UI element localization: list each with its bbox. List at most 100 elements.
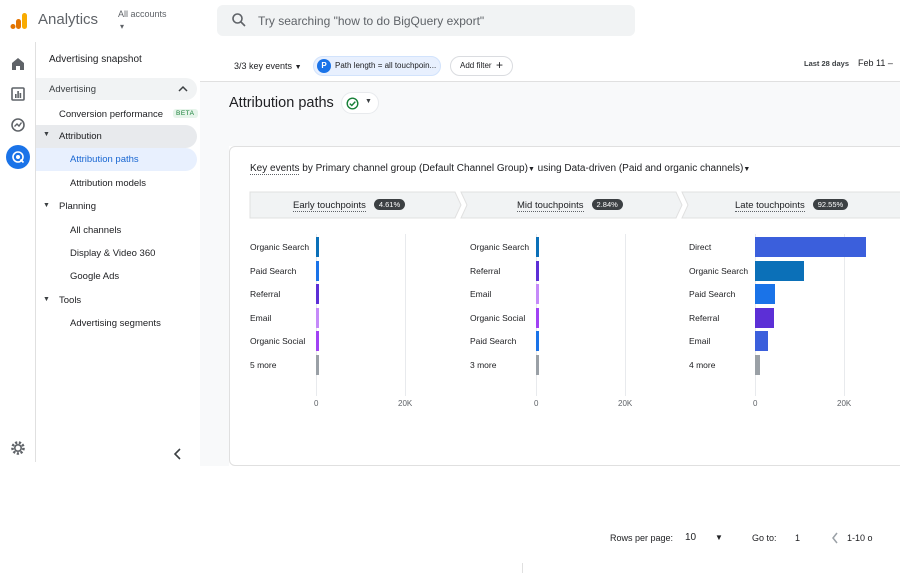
bar-category-label: Organic Search: [250, 242, 310, 252]
bar[interactable]: [316, 284, 319, 304]
bar[interactable]: [536, 331, 539, 351]
caret-down-icon[interactable]: ▼: [43, 296, 50, 303]
app-title: Analytics: [38, 11, 99, 28]
bar[interactable]: [316, 354, 319, 375]
key-events-metric-link[interactable]: Key events: [250, 163, 300, 175]
path-length-filter-label: Path length = all touchpoin...: [335, 61, 437, 70]
bar[interactable]: [536, 260, 539, 281]
bar[interactable]: [316, 307, 319, 328]
check-circle-icon: [346, 97, 359, 110]
nav-google-ads[interactable]: Google Ads: [70, 271, 119, 282]
key-events-dropdown[interactable]: 3/3 key events ▼: [234, 61, 302, 71]
page-range-text: 1-10 o: [847, 533, 873, 543]
dimension-dropdown-label: Primary channel group (Default Channel G…: [315, 163, 528, 174]
caret-down-icon: ▼: [43, 131, 50, 138]
attribution-model-label: Data-driven (Paid and organic channels): [564, 163, 744, 174]
bar[interactable]: [755, 284, 776, 304]
bar[interactable]: [755, 260, 804, 281]
segment-late-label: Late touchpoints: [735, 200, 805, 212]
advertising-nav: Advertising snapshot Advertising Convers…: [36, 42, 199, 462]
bar-category-label: Organic Search: [470, 242, 530, 252]
bar-category-label: Direct: [689, 242, 712, 252]
bar-category-label: Organic Social: [470, 312, 526, 323]
nav-attribution-models[interactable]: Attribution models: [70, 178, 146, 189]
report-status-menu[interactable]: ▼: [341, 92, 379, 114]
caret-down-icon: ▼: [294, 64, 302, 71]
x-axis-tick-label: 20K: [398, 399, 413, 408]
rows-per-page-value: 10: [685, 532, 697, 543]
settings-gear-icon[interactable]: [9, 439, 27, 457]
nav-attribution-paths[interactable]: Attribution paths: [70, 154, 139, 165]
bar-category-label: Referral: [470, 265, 501, 276]
bar-category-label: Organic Search: [689, 265, 749, 276]
bar[interactable]: [755, 237, 867, 257]
bar[interactable]: [755, 354, 761, 375]
account-picker-caret-icon[interactable]: ▾: [120, 22, 124, 31]
add-filter-button[interactable]: Add filter +: [450, 56, 513, 76]
chevron-up-icon[interactable]: [178, 85, 188, 93]
previous-page-chevron-icon[interactable]: [831, 532, 839, 544]
x-axis-tick-label: 0: [753, 399, 758, 408]
caret-down-icon[interactable]: ▼: [43, 202, 50, 209]
search-bar[interactable]: [217, 5, 635, 36]
x-axis-tick-label: 0: [314, 399, 319, 408]
gridline: [844, 234, 845, 396]
attribution-model-dropdown[interactable]: Data-driven (Paid and organic channels)▼: [564, 163, 750, 174]
date-range-picker[interactable]: Feb 11 –: [858, 58, 893, 68]
bar-category-label: 3 more: [470, 359, 497, 370]
bar[interactable]: [536, 284, 539, 304]
segment-late-touchpoints[interactable]: Late touchpoints 92.55%: [735, 199, 849, 212]
nav-tools[interactable]: Tools: [59, 295, 81, 306]
key-events-dropdown-label: 3/3 key events: [234, 61, 293, 71]
bar-category-label: 4 more: [689, 359, 716, 370]
nav-advertising-snapshot[interactable]: Advertising snapshot: [49, 54, 142, 65]
bar-category-label: Email: [470, 289, 492, 299]
nav-advertising-segments[interactable]: Advertising segments: [70, 318, 161, 329]
bar[interactable]: [536, 307, 539, 328]
account-picker-label[interactable]: All accounts: [118, 9, 167, 19]
bar[interactable]: [755, 307, 774, 328]
segment-mid-touchpoints[interactable]: Mid touchpoints 2.84%: [517, 199, 623, 212]
segment-early-touchpoints[interactable]: Early touchpoints 4.61%: [293, 199, 406, 212]
segment-mid-pct-badge: 2.84%: [591, 199, 623, 210]
table-divider: [522, 563, 523, 573]
page-gutter: [200, 146, 229, 466]
bar-category-label: Referral: [689, 312, 720, 323]
bar-category-label: Paid Search: [470, 336, 517, 346]
home-icon[interactable]: [9, 55, 27, 73]
nav-planning[interactable]: Planning: [59, 201, 96, 212]
page-title: Attribution paths: [229, 95, 334, 111]
explore-icon[interactable]: [9, 116, 27, 134]
card-subtitle: Key events by Primary channel group (Def…: [250, 163, 750, 175]
go-to-page-input[interactable]: 1: [795, 533, 800, 543]
reports-icon[interactable]: [9, 85, 27, 103]
nav-conversion-performance[interactable]: Conversion performance: [59, 109, 163, 120]
collapse-nav-chevron-left-icon[interactable]: [173, 448, 183, 460]
bar[interactable]: [316, 260, 319, 281]
bar-category-label: Email: [250, 312, 272, 323]
bar-category-label: 5 more: [250, 359, 277, 370]
caret-down-icon: ▼: [743, 166, 751, 173]
bar[interactable]: [536, 237, 539, 257]
advertising-icon[interactable]: [9, 148, 27, 166]
bar-category-label: Paid Search: [250, 265, 297, 276]
gridline: [405, 234, 406, 396]
top-bar: Analytics All accounts ▾: [0, 0, 900, 42]
segment-mid-label: Mid touchpoints: [517, 200, 584, 212]
caret-down-icon: ▼: [527, 166, 535, 173]
plus-icon: +: [496, 58, 504, 72]
dimension-dropdown[interactable]: Primary channel group (Default Channel G…: [316, 163, 535, 174]
bar[interactable]: [755, 331, 769, 351]
nav-all-channels[interactable]: All channels: [70, 225, 121, 236]
nav-display-video-360[interactable]: Display & Video 360: [70, 248, 155, 259]
x-axis-tick-label: 0: [534, 399, 539, 408]
bar[interactable]: [316, 331, 319, 351]
path-length-filter-chip[interactable]: P Path length = all touchpoin...: [313, 56, 441, 76]
bar[interactable]: [316, 237, 319, 257]
search-input[interactable]: [258, 5, 618, 36]
rows-per-page-select[interactable]: 10 ▼: [685, 532, 725, 543]
analytics-logo-icon[interactable]: [10, 12, 28, 30]
path-filter-avatar: P: [317, 59, 331, 73]
bar[interactable]: [536, 354, 539, 375]
go-to-label: Go to:: [752, 533, 777, 543]
